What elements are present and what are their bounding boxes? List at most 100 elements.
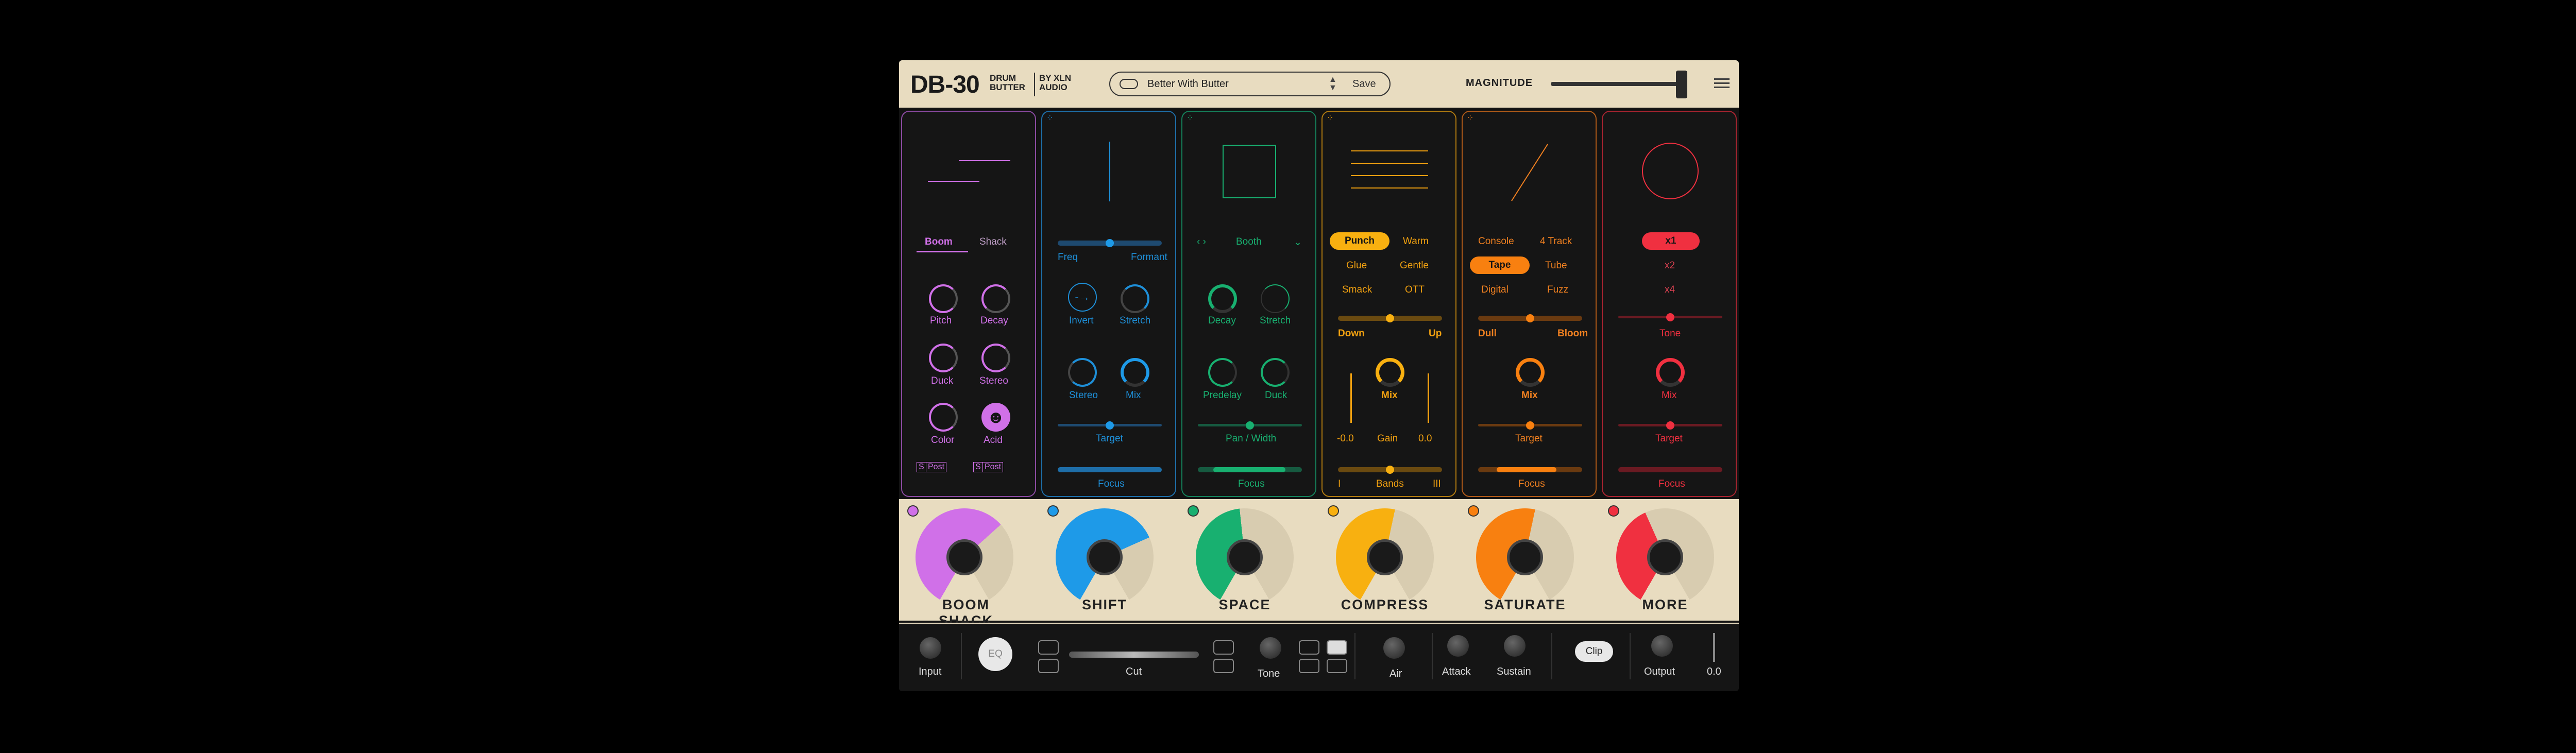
preset-browser-icon[interactable] bbox=[1120, 79, 1138, 89]
space-macro-knob[interactable] bbox=[1196, 508, 1294, 606]
post-chip[interactable]: Post bbox=[926, 462, 947, 472]
stretch-knob[interactable] bbox=[1121, 284, 1149, 313]
drag-dots-icon[interactable]: ⁘ bbox=[1327, 114, 1333, 123]
post-chip-2[interactable]: Post bbox=[982, 462, 1004, 472]
tab-shack[interactable]: Shack bbox=[979, 236, 1007, 248]
invert-button[interactable]: -→ bbox=[1068, 283, 1097, 312]
boom-enable-toggle[interactable] bbox=[907, 505, 919, 517]
mix-knob[interactable] bbox=[1121, 358, 1149, 387]
tone-thumb[interactable] bbox=[1666, 313, 1674, 321]
decay-knob[interactable] bbox=[1208, 284, 1237, 313]
mode-x4[interactable]: x4 bbox=[1665, 284, 1675, 296]
tab-boom[interactable]: Boom bbox=[925, 236, 953, 248]
mode-fuzz[interactable]: Fuzz bbox=[1547, 284, 1568, 296]
cut-slider[interactable] bbox=[1069, 652, 1199, 658]
mode-punch[interactable]: Punch bbox=[1330, 232, 1389, 250]
more-enable-toggle[interactable] bbox=[1608, 505, 1619, 517]
focus-slider[interactable] bbox=[1058, 467, 1162, 472]
stereo-knob[interactable] bbox=[981, 344, 1010, 372]
solo-chip[interactable]: S bbox=[917, 462, 926, 472]
gain-left-meter[interactable] bbox=[1350, 373, 1352, 423]
target-thumb[interactable] bbox=[1666, 421, 1674, 430]
compress-macro-knob[interactable] bbox=[1336, 508, 1434, 606]
drag-dots-icon[interactable]: ⁘ bbox=[1467, 114, 1473, 123]
mode-glue[interactable]: Glue bbox=[1346, 260, 1367, 271]
master-top-border bbox=[899, 623, 1739, 624]
drag-dots-icon[interactable]: ⁘ bbox=[1046, 114, 1053, 123]
tilt-down-button[interactable] bbox=[1299, 640, 1319, 655]
low-shelf-filter-button[interactable] bbox=[1038, 640, 1059, 655]
mode-tape[interactable]: Tape bbox=[1470, 256, 1530, 274]
high-cut-filter-button[interactable] bbox=[1213, 659, 1234, 673]
mix-knob[interactable] bbox=[1656, 358, 1685, 387]
mix-knob[interactable] bbox=[1516, 358, 1545, 387]
bands-thumb[interactable] bbox=[1386, 466, 1394, 474]
preset-selector[interactable]: Better With Butter ▲ ▼ Save bbox=[1109, 72, 1391, 96]
stereo-knob[interactable] bbox=[1068, 358, 1097, 387]
gain-right-meter[interactable] bbox=[1428, 373, 1429, 423]
target-thumb[interactable] bbox=[1106, 421, 1114, 430]
drag-dots-icon[interactable]: ⁘ bbox=[1187, 114, 1193, 123]
high-shelf-filter-button[interactable] bbox=[1213, 640, 1234, 655]
mode-tube[interactable]: Tube bbox=[1545, 260, 1567, 271]
room-prev-next-icon[interactable]: ‹ › bbox=[1197, 236, 1206, 248]
room-select[interactable]: Booth bbox=[1236, 236, 1262, 248]
mode-warm[interactable]: Warm bbox=[1403, 236, 1429, 247]
freq-formant-thumb[interactable] bbox=[1106, 239, 1114, 247]
down-up-thumb[interactable] bbox=[1386, 314, 1394, 322]
output-meter bbox=[1713, 633, 1715, 662]
preset-up-down-arrows-icon[interactable]: ▲ ▼ bbox=[1329, 76, 1337, 92]
duck-label: Duck bbox=[931, 375, 954, 386]
clip-button[interactable]: Clip bbox=[1575, 641, 1613, 662]
attack-knob[interactable] bbox=[1447, 635, 1469, 657]
air-knob[interactable] bbox=[1383, 637, 1405, 659]
save-button[interactable]: Save bbox=[1352, 78, 1376, 90]
target-thumb[interactable] bbox=[1526, 421, 1534, 430]
mode-smack[interactable]: Smack bbox=[1342, 284, 1372, 296]
mode-digital[interactable]: Digital bbox=[1481, 284, 1509, 296]
bell-button[interactable] bbox=[1299, 659, 1319, 673]
acid-smiley-knob[interactable]: ☻ bbox=[981, 403, 1010, 432]
more-macro-knob[interactable] bbox=[1616, 508, 1714, 606]
mode-ott[interactable]: OTT bbox=[1405, 284, 1425, 296]
focus-slider[interactable] bbox=[1618, 467, 1722, 472]
pan-width-thumb[interactable] bbox=[1246, 421, 1254, 430]
tone-knob[interactable] bbox=[1260, 637, 1281, 659]
stretch-knob[interactable] bbox=[1261, 284, 1290, 313]
shift-macro-knob[interactable] bbox=[1056, 508, 1154, 606]
mode-gentle[interactable]: Gentle bbox=[1400, 260, 1429, 271]
solo-chip-2[interactable]: S bbox=[973, 462, 983, 472]
mix-knob[interactable] bbox=[1376, 358, 1404, 387]
dull-bloom-thumb[interactable] bbox=[1526, 314, 1534, 322]
chevron-down-icon[interactable]: ⌄ bbox=[1294, 236, 1302, 248]
duck-knob[interactable] bbox=[929, 344, 958, 372]
mode-console[interactable]: Console bbox=[1478, 236, 1514, 247]
eq-button[interactable]: EQ bbox=[978, 637, 1012, 671]
mode-x2[interactable]: x2 bbox=[1665, 260, 1675, 271]
magnitude-slider[interactable] bbox=[1551, 82, 1685, 86]
decay-knob[interactable] bbox=[981, 284, 1010, 313]
target-label: Target bbox=[1655, 433, 1683, 444]
compress-enable-toggle[interactable] bbox=[1328, 505, 1339, 517]
output-knob[interactable] bbox=[1651, 635, 1673, 657]
shift-enable-toggle[interactable] bbox=[1047, 505, 1059, 517]
mode-4-track[interactable]: 4 Track bbox=[1540, 236, 1572, 247]
low-cut-filter-button[interactable] bbox=[1038, 659, 1059, 673]
menu-icon[interactable] bbox=[1714, 76, 1730, 91]
pitch-knob[interactable] bbox=[929, 284, 958, 313]
focus-label: Focus bbox=[1098, 478, 1125, 489]
notch-button[interactable] bbox=[1327, 659, 1347, 673]
boom-shack-macro-knob[interactable] bbox=[916, 508, 1013, 606]
saturate-macro-knob[interactable] bbox=[1476, 508, 1574, 606]
sustain-knob[interactable] bbox=[1504, 635, 1526, 657]
space-enable-toggle[interactable] bbox=[1188, 505, 1199, 517]
input-knob[interactable] bbox=[920, 637, 941, 659]
magnitude-thumb[interactable] bbox=[1676, 71, 1687, 98]
preset-name[interactable]: Better With Butter bbox=[1147, 78, 1229, 90]
saturate-enable-toggle[interactable] bbox=[1468, 505, 1479, 517]
color-knob[interactable] bbox=[929, 403, 958, 432]
tilt-selected-button[interactable] bbox=[1327, 640, 1347, 655]
duck-knob[interactable] bbox=[1261, 358, 1290, 387]
predelay-knob[interactable] bbox=[1208, 358, 1237, 387]
mode-x1[interactable]: x1 bbox=[1642, 232, 1700, 250]
